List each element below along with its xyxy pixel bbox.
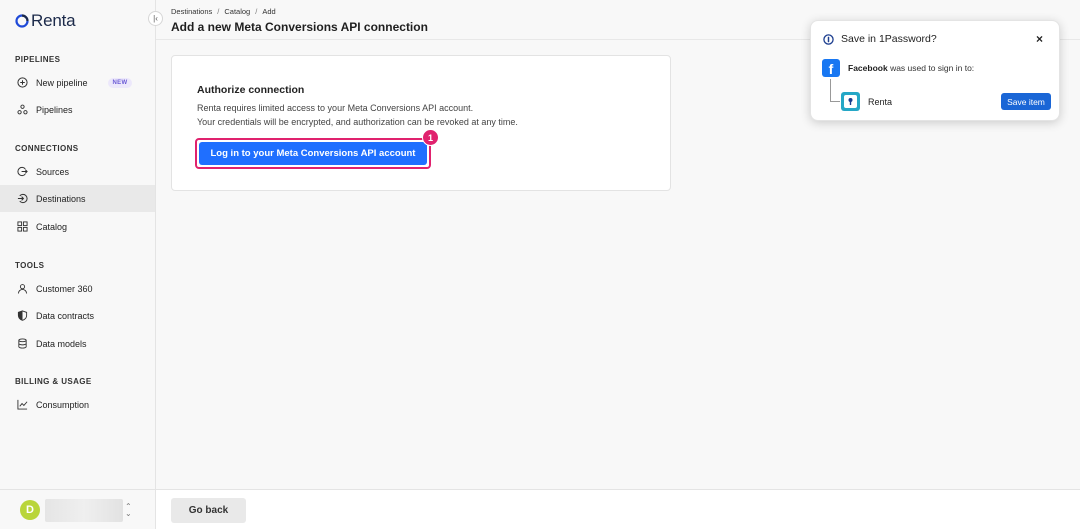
onepassword-used-text: Facebook was used to sign in to: [848, 63, 974, 73]
sidebar-item-data-models[interactable]: Data models [0, 330, 155, 357]
onepassword-save-popup: Save in 1Password? × f Facebook was used… [810, 20, 1060, 121]
sidebar-item-label: Destinations [36, 193, 86, 204]
close-icon[interactable]: × [1036, 32, 1043, 46]
sidebar-item-consumption[interactable]: Consumption [0, 391, 155, 418]
sidebar: Renta PIPELINES New pipeline NEW Pipelin… [0, 0, 156, 529]
sidebar-item-label: Sources [36, 166, 70, 177]
nav-section-billing: BILLING & USAGE [15, 377, 92, 386]
breadcrumb-add: Add [262, 7, 276, 16]
page-title: Add a new Meta Conversions API connectio… [171, 20, 428, 34]
go-back-button[interactable]: Go back [171, 498, 246, 523]
account-name-redacted [45, 499, 123, 522]
nav-section-pipelines: PIPELINES [15, 55, 61, 64]
used-text: was used to sign in to: [890, 63, 975, 73]
login-button-highlight: Log in to your Meta Conversions API acco… [195, 138, 431, 169]
chevron-up-down-icon: ⌃ ⌄ [125, 502, 132, 518]
database-icon [16, 338, 28, 350]
sidebar-item-customer-360[interactable]: Customer 360 [0, 275, 155, 302]
card-description-line-2: Your credentials will be encrypted, and … [197, 116, 518, 127]
login-meta-button[interactable]: Log in to your Meta Conversions API acco… [199, 142, 427, 165]
card-description: Renta requires limited access to your Me… [197, 102, 518, 129]
collapse-icon: |‹ [153, 14, 158, 23]
app-name: Renta [31, 11, 76, 30]
avatar: D [20, 500, 40, 520]
renta-item-icon [841, 92, 860, 111]
new-badge: NEW [107, 77, 133, 88]
sidebar-item-sources[interactable]: Sources [0, 158, 155, 185]
sidebar-item-data-contracts[interactable]: Data contracts [0, 302, 155, 329]
nav-section-tools: TOOLS [15, 261, 45, 270]
sidebar-item-new-pipeline[interactable]: New pipeline NEW [0, 69, 155, 96]
sidebar-item-label: Catalog [36, 221, 68, 232]
tree-connector-h [830, 101, 840, 102]
plus-circle-icon [16, 77, 28, 89]
sidebar-item-label: New pipeline [36, 77, 88, 88]
facebook-icon: f [822, 59, 840, 77]
sidebar-item-label: Pipelines [36, 104, 73, 115]
saved-item-name: Renta [868, 97, 893, 107]
sidebar-item-label: Consumption [36, 399, 90, 410]
onepassword-icon [823, 34, 834, 48]
shield-icon [16, 310, 28, 322]
tree-connector [830, 79, 831, 101]
save-item-button[interactable]: Save item [1001, 93, 1051, 110]
sidebar-item-catalog[interactable]: Catalog [0, 213, 155, 240]
renta-logo-icon [15, 14, 29, 28]
sidebar-item-pipelines[interactable]: Pipelines [0, 96, 155, 123]
collapse-sidebar-button[interactable]: |‹ [148, 11, 163, 26]
sidebar-item-label: Customer 360 [36, 283, 93, 294]
onepassword-title: Save in 1Password? [841, 33, 937, 45]
app-logo[interactable]: Renta [15, 11, 76, 31]
card-title: Authorize connection [197, 84, 305, 96]
provider-name: Facebook [848, 63, 888, 73]
sidebar-item-label: Data models [36, 338, 87, 349]
breadcrumb-catalog[interactable]: Catalog [224, 7, 250, 16]
chart-line-icon [16, 399, 28, 411]
user-icon [16, 283, 28, 295]
breadcrumb-destinations[interactable]: Destinations [171, 7, 212, 16]
account-switcher[interactable]: D ⌃ ⌄ [0, 489, 155, 529]
grid-icon [16, 221, 28, 233]
pipelines-icon [16, 104, 28, 116]
destinations-icon [16, 193, 28, 205]
nav-section-connections: CONNECTIONS [15, 144, 79, 153]
sources-icon [16, 166, 28, 178]
card-description-line-1: Renta requires limited access to your Me… [197, 103, 474, 113]
authorize-card: Authorize connection Renta requires limi… [171, 55, 671, 191]
step-number-badge: 1 [422, 129, 439, 146]
sidebar-item-destinations[interactable]: Destinations [0, 185, 155, 212]
page-footer: Go back [156, 489, 1080, 529]
sidebar-item-label: Data contracts [36, 310, 95, 321]
breadcrumb: Destinations / Catalog / Add [171, 7, 276, 16]
